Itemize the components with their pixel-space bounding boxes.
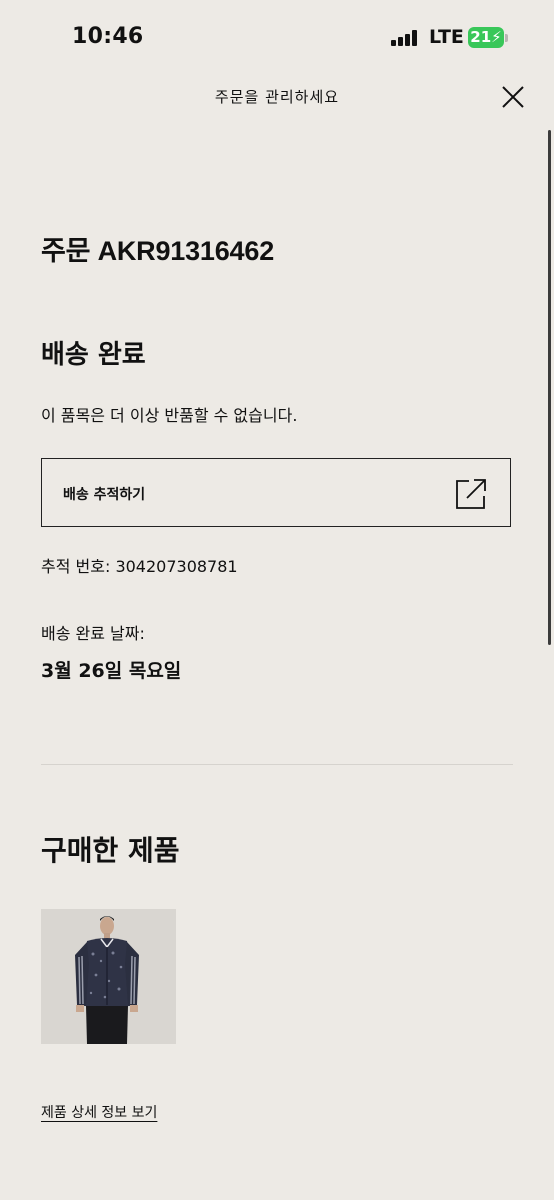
battery-level: 21 [470, 28, 492, 46]
product-details-link[interactable]: 제품 상세 정보 보기 [41, 1102, 157, 1122]
purchased-products-heading: 구매한 제품 [41, 834, 180, 867]
modal-title: 주문을 관리하세요 [214, 88, 340, 106]
delivery-status: 배송 완료 [41, 340, 146, 370]
delivery-date-label: 배송 완료 날짜: [41, 624, 145, 643]
tracking-number: 추적 번호: 304207308781 [41, 557, 238, 576]
network-type: LTE [429, 26, 464, 48]
scrollbar[interactable] [548, 130, 551, 645]
track-delivery-label: 배송 추적하기 [63, 487, 146, 503]
track-delivery-button[interactable]: 배송 추적하기 [41, 458, 511, 527]
status-time: 10:46 [72, 24, 144, 49]
battery-nub [505, 34, 508, 42]
order-number: 주문 AKR91316462 [41, 236, 275, 266]
external-link-icon [456, 479, 486, 509]
close-icon[interactable] [500, 84, 526, 110]
delivery-date: 3월 26일 목요일 [41, 660, 182, 682]
battery-icon: 21⚡ [468, 27, 504, 48]
return-note: 이 품목은 더 이상 반품할 수 없습니다. [41, 406, 298, 425]
cellular-signal-icon [391, 30, 419, 46]
divider [41, 764, 513, 765]
product-image[interactable] [41, 909, 176, 1044]
